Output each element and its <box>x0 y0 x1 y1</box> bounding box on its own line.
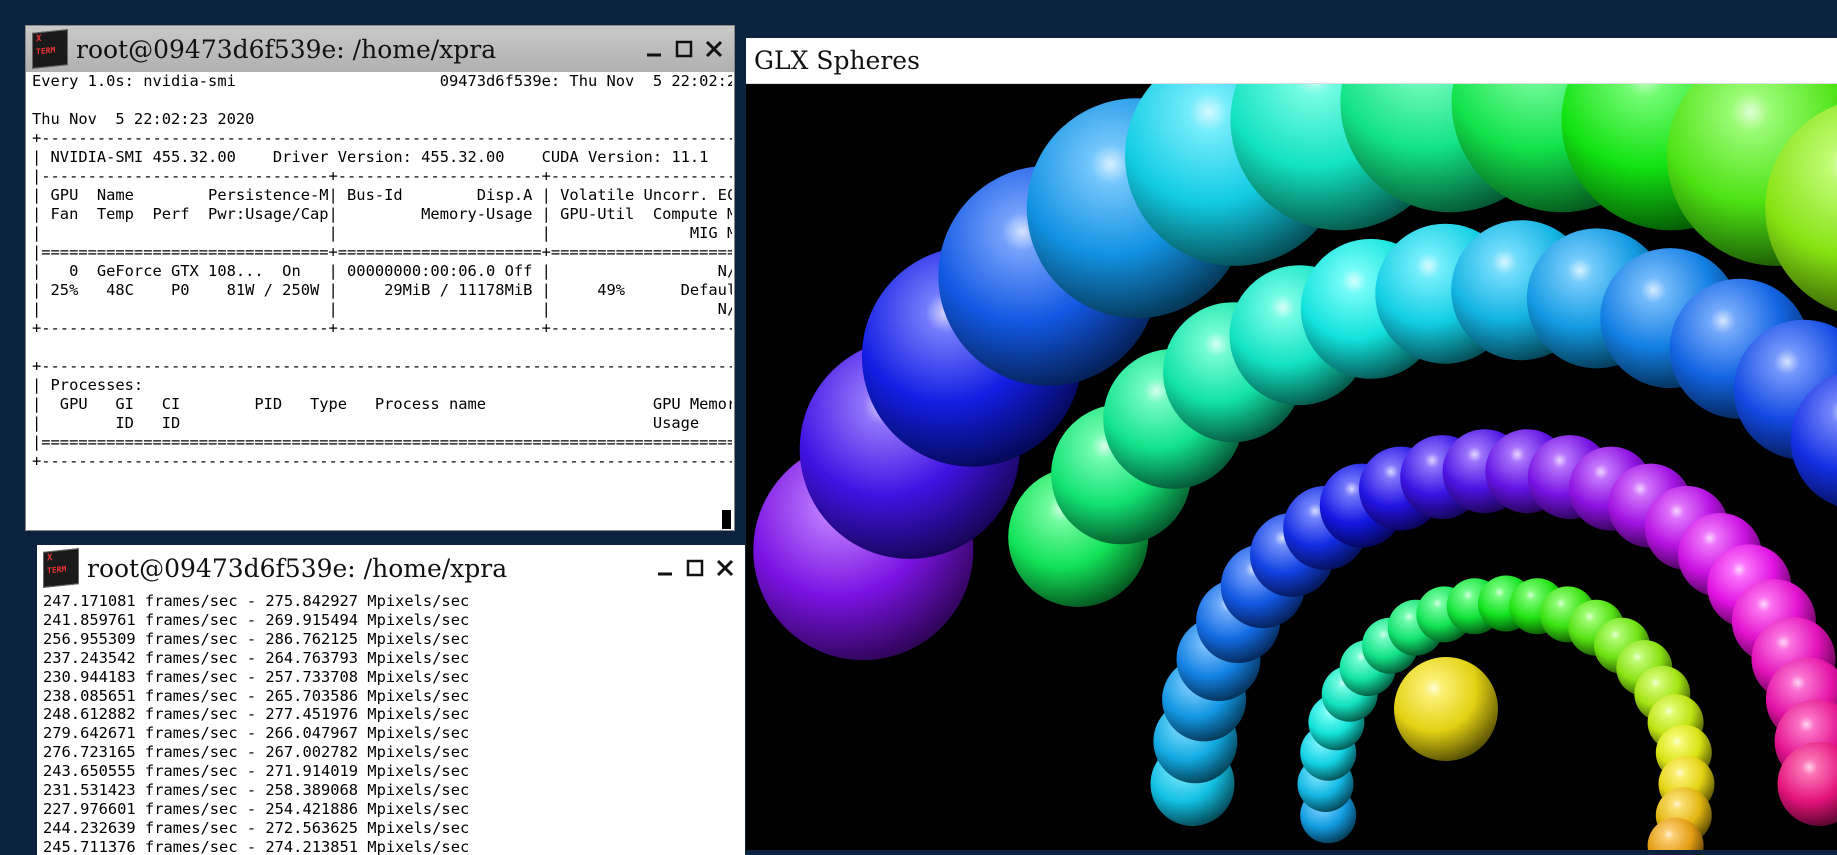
terminal-line: 256.955309 frames/sec - 286.762125 Mpixe… <box>43 630 743 649</box>
maximize-icon[interactable] <box>685 558 705 578</box>
terminal-line: | Fan Temp Perf Pwr:Usage/Cap| Memory-Us… <box>32 205 732 224</box>
terminal-line: 237.243542 frames/sec - 264.763793 Mpixe… <box>43 649 743 668</box>
minimize-icon[interactable] <box>644 39 664 59</box>
maximize-icon[interactable] <box>674 39 694 59</box>
glx-output-terminal-window[interactable]: X TERM root@09473d6f539e: /home/xpra 247… <box>37 545 745 855</box>
terminal-line: 279.642671 frames/sec - 266.047967 Mpixe… <box>43 724 743 743</box>
terminal-line: 238.085651 frames/sec - 265.703586 Mpixe… <box>43 687 743 706</box>
glx-render-canvas[interactable] <box>746 84 1837 850</box>
terminal-line: |-------------------------------+-------… <box>32 167 732 186</box>
terminal-line: |===============================+=======… <box>32 243 732 262</box>
terminal-line: |=======================================… <box>32 433 732 452</box>
terminal-line: | NVIDIA-SMI 455.32.00 Driver Version: 4… <box>32 148 732 167</box>
window-titlebar[interactable]: X TERM root@09473d6f539e: /home/xpra <box>37 545 745 591</box>
window-title: GLX Spheres <box>746 38 1837 84</box>
nvidia-smi-terminal-window[interactable]: X TERM root@09473d6f539e: /home/xpra Eve… <box>25 25 735 531</box>
glx-spheres-window[interactable]: GLX Spheres <box>746 38 1837 850</box>
terminal-line: | 0 GeForce GTX 108... On | 00000000:00:… <box>32 262 732 281</box>
terminal-line: 243.650555 frames/sec - 271.914019 Mpixe… <box>43 762 743 781</box>
terminal-line: 247.171081 frames/sec - 275.842927 Mpixe… <box>43 592 743 611</box>
terminal-line: | 25% 48C P0 81W / 250W | 29MiB / 11178M… <box>32 281 732 300</box>
terminal-line: 230.944183 frames/sec - 257.733708 Mpixe… <box>43 668 743 687</box>
xterm-icon: X TERM <box>32 29 68 69</box>
window-titlebar[interactable]: X TERM root@09473d6f539e: /home/xpra <box>26 26 734 72</box>
terminal-line: +---------------------------------------… <box>32 129 732 148</box>
terminal-output[interactable]: 247.171081 frames/sec - 275.842927 Mpixe… <box>39 592 743 855</box>
terminal-line: Every 1.0s: nvidia-smi 09473d6f539e: Thu… <box>32 72 732 91</box>
terminal-line: | | | N/A | <box>32 300 732 319</box>
close-icon[interactable] <box>704 39 724 59</box>
terminal-line: +---------------------------------------… <box>32 452 732 471</box>
terminal-line: 244.232639 frames/sec - 272.563625 Mpixe… <box>43 819 743 838</box>
terminal-line: +---------------------------------------… <box>32 357 732 376</box>
window-title: root@09473d6f539e: /home/xpra <box>87 554 655 583</box>
minimize-icon[interactable] <box>655 558 675 578</box>
window-title: root@09473d6f539e: /home/xpra <box>76 35 644 64</box>
terminal-line: | | | MIG M. | <box>32 224 732 243</box>
close-icon[interactable] <box>715 558 735 578</box>
terminal-line: +-------------------------------+-------… <box>32 319 732 338</box>
terminal-line: 231.531423 frames/sec - 258.389068 Mpixe… <box>43 781 743 800</box>
terminal-line <box>32 338 732 357</box>
terminal-line: | GPU Name Persistence-M| Bus-Id Disp.A … <box>32 186 732 205</box>
terminal-line: 241.859761 frames/sec - 269.915494 Mpixe… <box>43 611 743 630</box>
terminal-line: | GPU GI CI PID Type Process name GPU Me… <box>32 395 732 414</box>
terminal-output[interactable]: Every 1.0s: nvidia-smi 09473d6f539e: Thu… <box>28 72 732 530</box>
terminal-line: 245.711376 frames/sec - 274.213851 Mpixe… <box>43 838 743 855</box>
spheres-render <box>746 84 1837 850</box>
terminal-cursor <box>722 510 731 529</box>
terminal-line <box>32 91 732 110</box>
terminal-line: 276.723165 frames/sec - 267.002782 Mpixe… <box>43 743 743 762</box>
terminal-line: | ID ID Usage | <box>32 414 732 433</box>
xterm-icon: X TERM <box>43 548 79 588</box>
terminal-line: 248.612882 frames/sec - 277.451976 Mpixe… <box>43 705 743 724</box>
center-sphere <box>1394 657 1498 761</box>
terminal-line: Thu Nov 5 22:02:23 2020 <box>32 110 732 129</box>
terminal-line: 227.976601 frames/sec - 254.421886 Mpixe… <box>43 800 743 819</box>
terminal-line: | Processes: | <box>32 376 732 395</box>
